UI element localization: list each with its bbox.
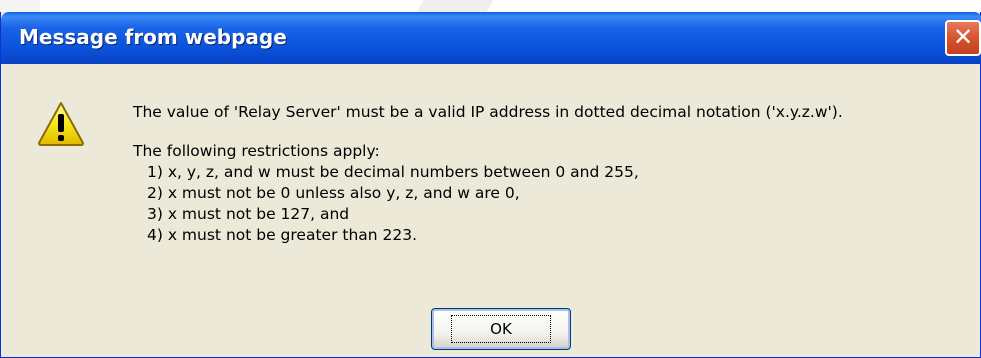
close-button[interactable]: ✕ [945,20,981,56]
close-icon: ✕ [952,23,974,51]
title-bar[interactable]: Message from webpage ✕ [1,12,981,64]
restriction-item: 1) x, y, z, and w must be decimal number… [147,163,639,181]
dialog-title: Message from webpage [19,25,287,49]
background-shape [0,0,40,12]
message-dialog: Message from webpage ✕ The value of 'Rel… [0,12,981,358]
restriction-item: 4) x must not be greater than 223. [147,226,418,244]
ok-button[interactable]: OK [431,308,571,350]
message-text: The value of 'Relay Server' must be a va… [133,103,843,121]
message-body: The value of 'Relay Server' must be a va… [133,102,978,246]
restrictions-intro: The following restrictions apply: [133,142,380,160]
warning-icon [38,102,84,146]
background-shape [416,0,494,12]
ok-button-label: OK [451,315,551,343]
restriction-item: 3) x must not be 127, and [147,205,350,223]
restriction-item: 2) x must not be 0 unless also y, z, and… [147,184,520,202]
